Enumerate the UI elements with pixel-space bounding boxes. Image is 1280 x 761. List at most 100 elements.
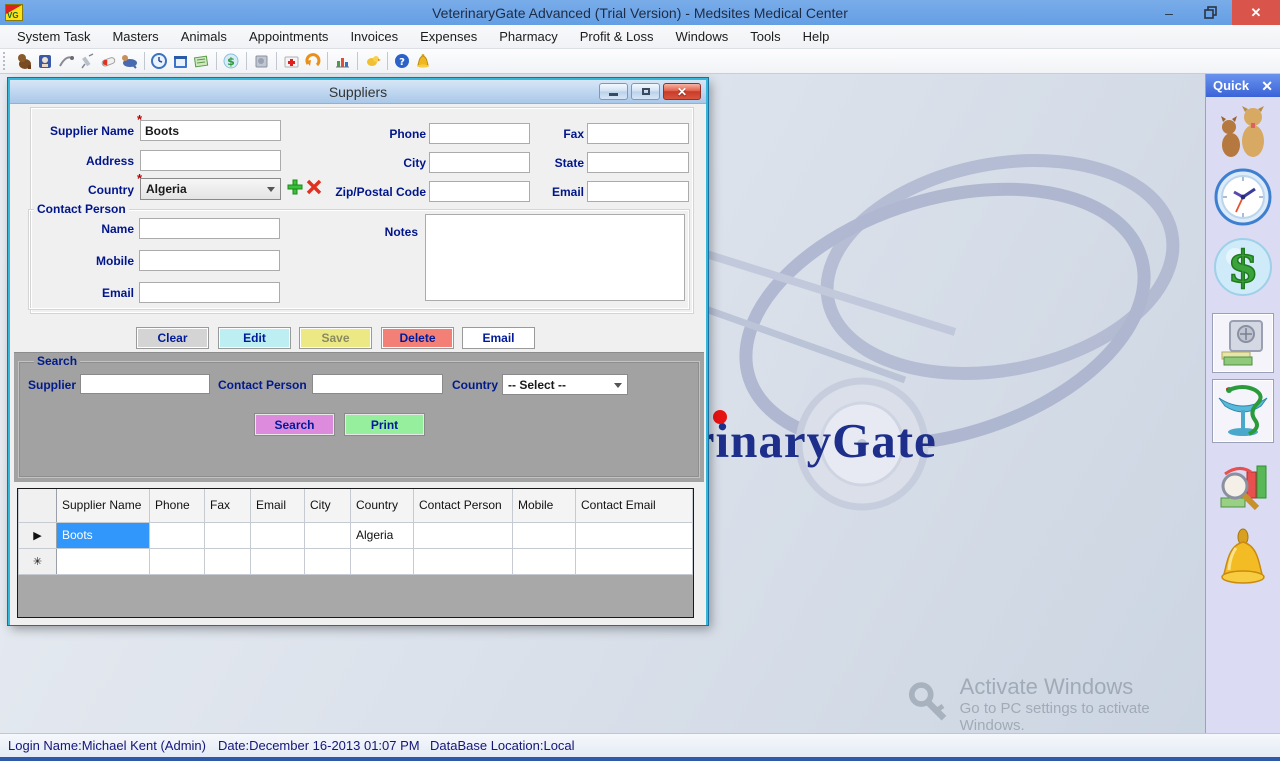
cell-phone[interactable]	[150, 522, 205, 548]
country-dropdown[interactable]: Algeria	[140, 178, 281, 200]
safe-icon[interactable]	[252, 52, 271, 71]
cell-fax[interactable]	[205, 522, 251, 548]
cell-contact-email[interactable]	[576, 548, 693, 574]
cell-supplier-name[interactable]	[57, 548, 150, 574]
invoice-icon[interactable]	[192, 52, 211, 71]
cell-mobile[interactable]	[513, 548, 576, 574]
supplier-name-input[interactable]	[140, 120, 281, 141]
cell-city[interactable]	[305, 522, 351, 548]
grid-header-city[interactable]: City	[305, 489, 351, 522]
contact-email-input[interactable]	[139, 282, 280, 303]
dog-icon[interactable]	[15, 52, 34, 71]
grid-header-mobile[interactable]: Mobile	[513, 489, 576, 522]
clock-icon[interactable]	[150, 52, 169, 71]
quick-header: Quick ✕	[1206, 74, 1280, 97]
grid-header-fax[interactable]: Fax	[205, 489, 251, 522]
dialog-minimize-button[interactable]	[599, 83, 628, 100]
menu-expenses[interactable]: Expenses	[409, 26, 488, 47]
calendar-icon[interactable]	[171, 52, 190, 71]
contact-person-group-label: Contact Person	[34, 202, 129, 216]
row-selector-new[interactable]: ✳	[19, 548, 57, 574]
restore-icon	[1204, 6, 1218, 19]
notes-textarea[interactable]	[425, 214, 685, 301]
print-button[interactable]: Print	[345, 414, 424, 435]
edit-button[interactable]: Edit	[218, 327, 291, 349]
bell-icon[interactable]	[1212, 527, 1274, 591]
row-selector-current[interactable]: ▶	[19, 522, 57, 548]
menu-pharmacy[interactable]: Pharmacy	[488, 26, 569, 47]
menu-invoices[interactable]: Invoices	[339, 26, 409, 47]
search-contact-input[interactable]	[312, 374, 443, 394]
pharmacy-icon[interactable]	[1212, 379, 1274, 443]
cell-city[interactable]	[305, 548, 351, 574]
cell-email[interactable]	[251, 522, 305, 548]
capsule-icon[interactable]	[99, 52, 118, 71]
minimize-button[interactable]: –	[1148, 0, 1190, 25]
search-button[interactable]: Search	[255, 414, 334, 435]
fax-input[interactable]	[587, 123, 689, 144]
cell-supplier-name[interactable]: Boots	[57, 522, 150, 548]
contact-name-input[interactable]	[139, 218, 280, 239]
dollar-icon[interactable]: $	[222, 52, 241, 71]
animals-icon[interactable]	[120, 52, 139, 71]
menu-tools[interactable]: Tools	[739, 26, 791, 47]
contact-mobile-input[interactable]	[139, 250, 280, 271]
clients-book-icon[interactable]	[36, 52, 55, 71]
menu-appointments[interactable]: Appointments	[238, 26, 340, 47]
grid-header-contact-person[interactable]: Contact Person	[414, 489, 513, 522]
cell-contact-email[interactable]	[576, 522, 693, 548]
save-button[interactable]: Save	[299, 327, 372, 349]
search-supplier-input[interactable]	[80, 374, 210, 394]
email-input[interactable]	[587, 181, 689, 202]
bird-icon[interactable]	[363, 52, 382, 71]
search-country-dropdown[interactable]: -- Select --	[502, 374, 628, 395]
menu-windows[interactable]: Windows	[664, 26, 739, 47]
clear-button[interactable]: Clear	[136, 327, 209, 349]
grid-header-phone[interactable]: Phone	[150, 489, 205, 522]
cell-email[interactable]	[251, 548, 305, 574]
pets-icon[interactable]	[1212, 101, 1274, 161]
medicine-box-icon[interactable]	[282, 52, 301, 71]
email-button[interactable]: Email	[462, 327, 535, 349]
cell-contact-person[interactable]	[414, 548, 513, 574]
delete-button[interactable]: Delete	[381, 327, 454, 349]
restore-button[interactable]	[1190, 0, 1232, 25]
safe-icon[interactable]	[1212, 313, 1274, 373]
dialog-maximize-button[interactable]	[631, 83, 660, 100]
cell-mobile[interactable]	[513, 522, 576, 548]
undo-arrow-icon[interactable]	[303, 52, 322, 71]
state-input[interactable]	[587, 152, 689, 173]
chart-icon[interactable]	[333, 52, 352, 71]
syringe-icon[interactable]	[78, 52, 97, 71]
email-label: Email	[510, 185, 584, 199]
menu-masters[interactable]: Masters	[101, 26, 169, 47]
suppliers-dialog-titlebar[interactable]: Suppliers ✕	[10, 80, 706, 104]
cell-country[interactable]: Algeria	[351, 522, 414, 548]
dialog-close-button[interactable]: ✕	[663, 83, 701, 100]
cell-contact-person[interactable]	[414, 522, 513, 548]
grid-header-email[interactable]: Email	[251, 489, 305, 522]
close-button[interactable]: ✕	[1232, 0, 1280, 25]
money-icon[interactable]: $	[1212, 235, 1274, 299]
add-country-icon[interactable]	[287, 179, 303, 195]
address-input[interactable]	[140, 150, 281, 171]
grooming-icon[interactable]	[57, 52, 76, 71]
reports-icon[interactable]	[1212, 459, 1274, 517]
menu-system-task[interactable]: System Task	[6, 26, 101, 47]
cell-phone[interactable]	[150, 548, 205, 574]
quick-close-icon[interactable]: ✕	[1261, 79, 1273, 93]
grid-header-supplier-name[interactable]: Supplier Name	[57, 489, 150, 522]
clock-icon[interactable]	[1212, 167, 1274, 227]
maximize-icon	[642, 88, 650, 95]
quick-sidebar: Quick ✕ $	[1205, 74, 1280, 733]
cell-country[interactable]	[351, 548, 414, 574]
menu-help[interactable]: Help	[792, 26, 841, 47]
grid-header-country[interactable]: Country	[351, 489, 414, 522]
cell-fax[interactable]	[205, 548, 251, 574]
bell-icon[interactable]	[414, 52, 433, 71]
grid-header-contact-email[interactable]: Contact Email	[576, 489, 693, 522]
help-icon[interactable]: ?	[393, 52, 412, 71]
table-row-new: ✳	[19, 548, 693, 574]
menu-animals[interactable]: Animals	[170, 26, 238, 47]
menu-profit-loss[interactable]: Profit & Loss	[569, 26, 665, 47]
